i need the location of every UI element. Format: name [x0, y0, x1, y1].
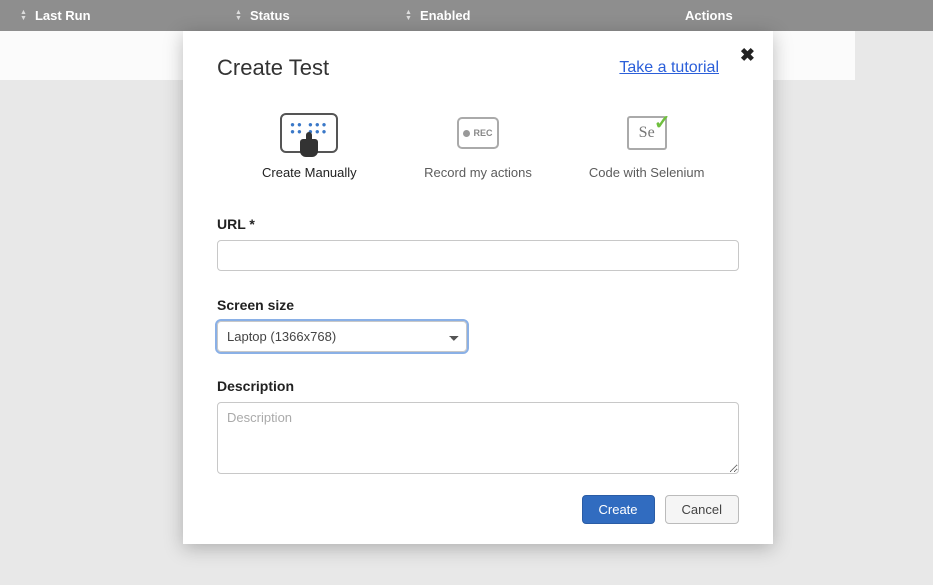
close-icon[interactable]: ✖ — [740, 45, 755, 66]
sort-icon[interactable]: ▲▼ — [20, 10, 27, 22]
description-label: Description — [217, 378, 739, 394]
url-label: URL * — [217, 216, 739, 232]
tutorial-link[interactable]: Take a tutorial — [619, 59, 719, 77]
sort-icon[interactable]: ▲▼ — [235, 10, 242, 22]
option-label: Create Manually — [225, 165, 394, 180]
col-enabled[interactable]: Enabled — [420, 8, 471, 23]
col-last-run[interactable]: Last Run — [35, 8, 91, 23]
create-test-modal: ✖ Create Test Take a tutorial ●● ●●●●● ●… — [183, 31, 773, 544]
option-create-manually[interactable]: ●● ●●●●● ●●● Create Manually — [225, 109, 394, 180]
modal-title: Create Test — [217, 55, 329, 81]
option-label: Record my actions — [394, 165, 563, 180]
screen-size-select[interactable]: Laptop (1366x768) — [217, 321, 467, 352]
option-code-selenium[interactable]: Se ✓ Code with Selenium — [562, 109, 731, 180]
sort-icon[interactable]: ▲▼ — [405, 10, 412, 22]
manual-icon: ●● ●●●●● ●●● — [225, 109, 394, 157]
description-input[interactable] — [217, 402, 739, 474]
create-button[interactable]: Create — [582, 495, 655, 524]
url-input[interactable] — [217, 240, 739, 271]
create-method-options: ●● ●●●●● ●●● Create Manually REC Record … — [217, 109, 739, 180]
record-icon: REC — [394, 109, 563, 157]
table-header: ▲▼ Last Run ▲▼ Status ▲▼ Enabled Actions — [0, 0, 933, 31]
col-actions: Actions — [685, 8, 733, 23]
col-status[interactable]: Status — [250, 8, 290, 23]
selenium-icon: Se ✓ — [562, 109, 731, 157]
option-record-actions[interactable]: REC Record my actions — [394, 109, 563, 180]
cancel-button[interactable]: Cancel — [665, 495, 739, 524]
screen-size-label: Screen size — [217, 297, 739, 313]
option-label: Code with Selenium — [562, 165, 731, 180]
